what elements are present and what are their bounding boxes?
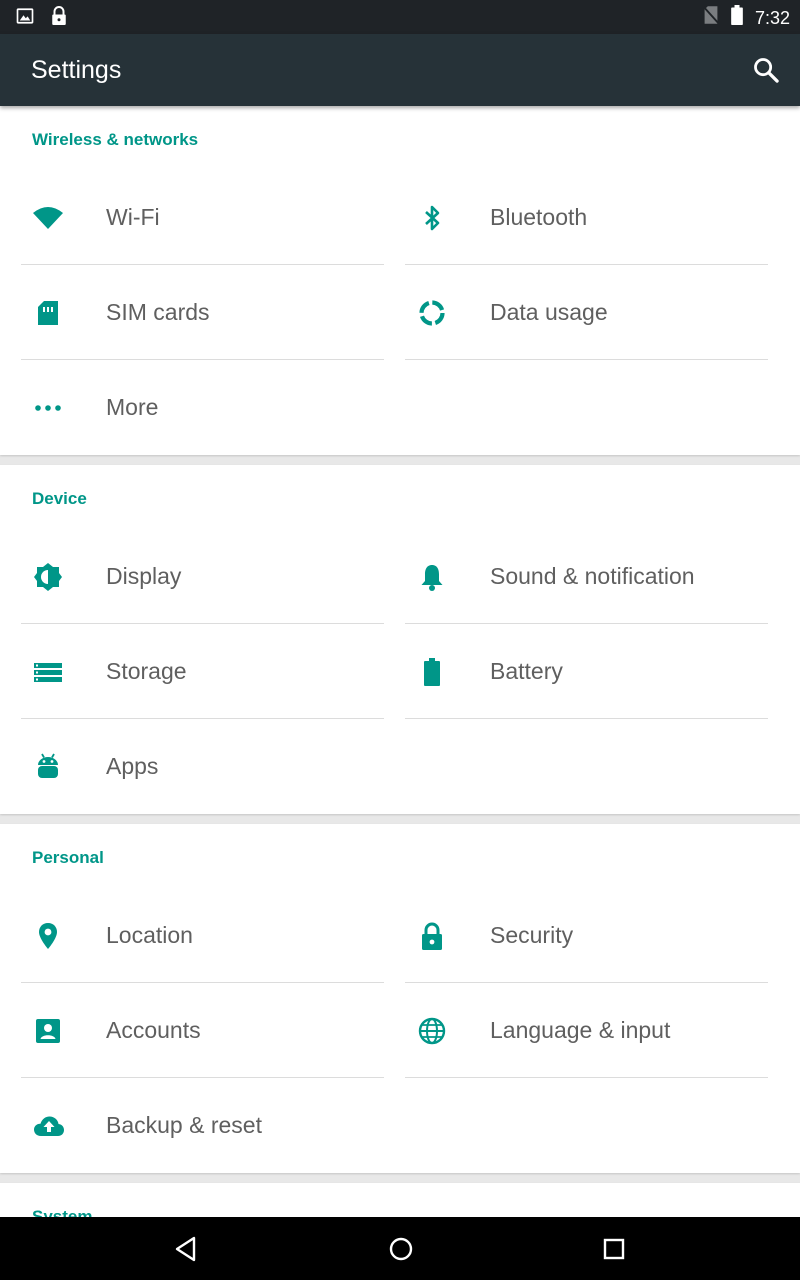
settings-item-sound-notification[interactable]: Sound & notification — [405, 529, 768, 624]
settings-item-label: Sound & notification — [490, 563, 695, 589]
settings-item-language-input[interactable]: Language & input — [405, 983, 768, 1078]
battery-icon — [417, 657, 447, 687]
section-system: System — [0, 1183, 800, 1217]
settings-item-label: Language & input — [490, 1017, 671, 1043]
storage-icon — [33, 657, 63, 687]
section-device: Device Display Sound & notification Stor… — [0, 465, 800, 814]
section-header: System — [32, 1207, 93, 1217]
battery-icon — [731, 5, 743, 30]
settings-item-bluetooth[interactable]: Bluetooth — [405, 170, 768, 265]
settings-list[interactable]: Wireless & networks Wi-Fi Bluetooth SIM … — [0, 106, 800, 1217]
settings-item-label: Wi-Fi — [106, 204, 160, 230]
more-icon — [33, 393, 63, 423]
section-header: Wireless & networks — [32, 130, 199, 149]
bell-icon — [417, 562, 447, 592]
settings-item-label: Data usage — [490, 299, 608, 325]
settings-item-data-usage[interactable]: Data usage — [405, 265, 768, 360]
globe-icon — [417, 1016, 447, 1046]
bluetooth-icon — [417, 203, 447, 233]
settings-item-apps[interactable]: Apps — [21, 719, 384, 814]
settings-item-label: Location — [106, 922, 193, 948]
brightness-icon — [33, 562, 63, 592]
settings-item-location[interactable]: Location — [21, 888, 384, 983]
settings-item-label: Storage — [106, 658, 187, 684]
gallery-icon — [16, 7, 34, 30]
location-pin-icon — [33, 921, 63, 951]
app-bar: Settings — [0, 34, 800, 106]
search-icon[interactable] — [752, 56, 780, 84]
settings-item-label: Battery — [490, 658, 563, 684]
back-icon[interactable] — [173, 1235, 201, 1263]
clock: 7:32 — [754, 7, 790, 28]
navigation-bar — [0, 1217, 800, 1280]
settings-item-label: Display — [106, 563, 182, 589]
no-sim-icon — [703, 5, 719, 30]
section-header: Personal — [32, 848, 104, 867]
settings-item-label: Security — [490, 922, 574, 948]
android-icon — [33, 752, 63, 782]
settings-item-more[interactable]: More — [21, 360, 384, 455]
cloud-upload-icon — [33, 1111, 64, 1141]
settings-item-label: Bluetooth — [490, 204, 588, 230]
wifi-icon — [33, 203, 63, 233]
data-usage-icon — [417, 298, 447, 328]
settings-item-backup-reset[interactable]: Backup & reset — [21, 1078, 384, 1173]
lock-icon — [50, 6, 68, 31]
settings-item-label: More — [106, 394, 159, 420]
settings-item-label: Apps — [106, 753, 159, 779]
settings-item-accounts[interactable]: Accounts — [21, 983, 384, 1078]
settings-item-display[interactable]: Display — [21, 529, 384, 624]
status-bar: 7:32 — [0, 0, 800, 34]
section-header: Device — [32, 489, 87, 508]
settings-item-label: SIM cards — [106, 299, 210, 325]
settings-item-label: Accounts — [106, 1017, 201, 1043]
section-personal: Personal Location Security Accounts Lang… — [0, 824, 800, 1173]
recents-icon[interactable] — [600, 1235, 628, 1263]
account-box-icon — [33, 1016, 63, 1046]
settings-item-sim-cards[interactable]: SIM cards — [21, 265, 384, 360]
settings-item-battery[interactable]: Battery — [405, 624, 768, 719]
settings-item-label: Backup & reset — [106, 1112, 262, 1138]
lock-icon — [417, 921, 447, 951]
settings-item-storage[interactable]: Storage — [21, 624, 384, 719]
home-icon[interactable] — [387, 1235, 415, 1263]
sim-card-icon — [33, 298, 63, 328]
settings-item-security[interactable]: Security — [405, 888, 768, 983]
section-wireless-networks: Wireless & networks Wi-Fi Bluetooth SIM … — [0, 106, 800, 455]
page-title: Settings — [31, 56, 122, 84]
settings-item-wifi[interactable]: Wi-Fi — [21, 170, 384, 265]
